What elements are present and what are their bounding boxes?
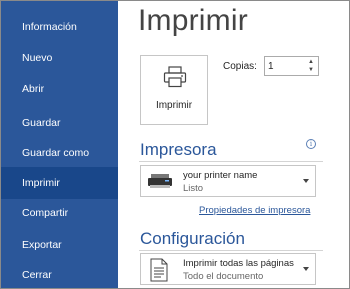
sidebar-item-imprimir[interactable]: Imprimir <box>1 167 118 199</box>
sidebar-item-nuevo[interactable]: Nuevo <box>1 42 118 74</box>
sidebar-item-cerrar[interactable]: Cerrar <box>1 259 118 289</box>
copies-stepper[interactable]: ▲ ▼ <box>264 56 319 76</box>
printer-status: Listo <box>183 183 204 194</box>
spin-down-icon[interactable]: ▼ <box>306 66 316 74</box>
chevron-down-icon <box>303 267 309 271</box>
settings-section-title: Configuración <box>140 229 245 248</box>
section-divider <box>139 250 323 251</box>
chevron-down-icon <box>303 179 309 183</box>
print-pages-dropdown[interactable]: Imprimir todas las páginas Todo el docum… <box>140 253 316 285</box>
print-button-label: Imprimir <box>155 100 193 111</box>
printer-properties-link[interactable]: Propiedades de impresora <box>199 205 310 216</box>
sidebar-item-guardar-como[interactable]: Guardar como <box>1 137 118 169</box>
print-pages-suboption: Todo el documento <box>183 271 264 282</box>
printer-name: your printer name <box>183 170 258 181</box>
sidebar-item-guardar[interactable]: Guardar <box>1 107 118 139</box>
printer-device-icon <box>148 174 172 188</box>
spin-up-icon[interactable]: ▲ <box>306 58 316 66</box>
sidebar-item-abrir[interactable]: Abrir <box>1 73 118 105</box>
print-pages-option: Imprimir todas las páginas <box>183 258 294 269</box>
info-icon[interactable]: i <box>306 139 316 149</box>
printer-icon <box>163 66 187 88</box>
sidebar-item-exportar[interactable]: Exportar <box>1 229 118 261</box>
copies-input[interactable] <box>268 59 304 73</box>
document-pages-icon <box>150 258 168 282</box>
copies-label: Copias: <box>223 61 257 72</box>
sidebar-item-informacion[interactable]: Información <box>1 11 118 43</box>
section-divider <box>139 161 323 162</box>
print-button[interactable]: Imprimir <box>140 55 208 125</box>
backstage-sidebar: Información Nuevo Abrir Guardar Guardar … <box>1 1 118 288</box>
printer-section-title: Impresora <box>140 140 217 159</box>
sidebar-item-compartir[interactable]: Compartir <box>1 197 118 229</box>
page-title: Imprimir <box>138 4 248 37</box>
printer-dropdown[interactable]: your printer name Listo <box>140 165 316 197</box>
